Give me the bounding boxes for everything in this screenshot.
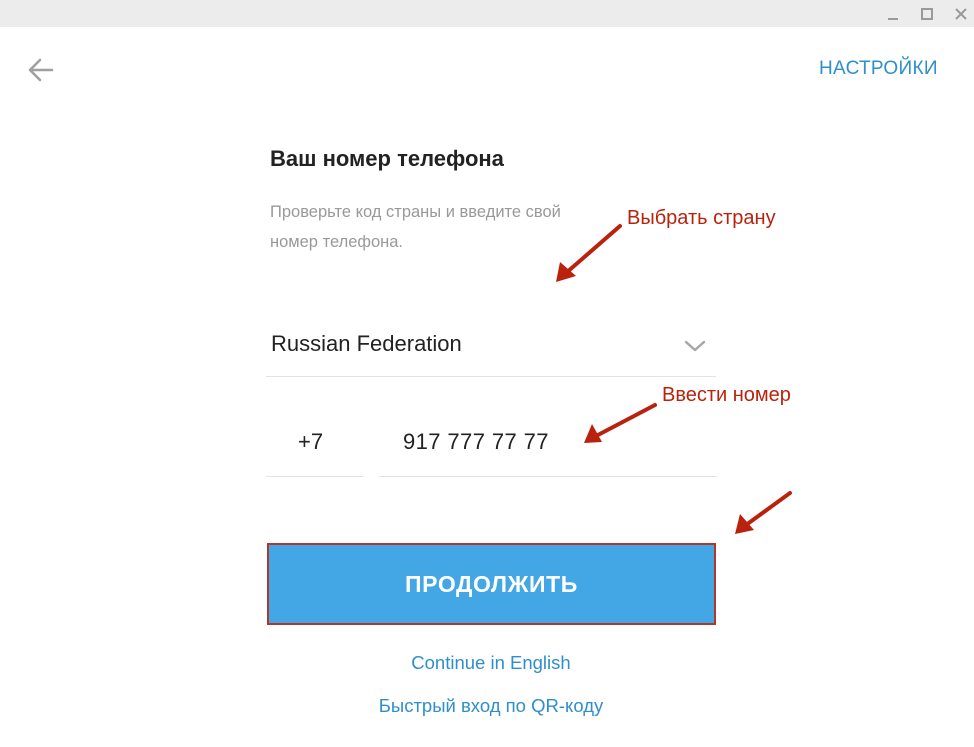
country-code-field[interactable]: +7: [266, 416, 363, 477]
annotation-enter-number: Ввести номер: [662, 384, 791, 406]
page-title: Ваш номер телефона: [270, 146, 504, 171]
maximize-icon[interactable]: [912, 0, 942, 27]
country-code-value: +7: [298, 429, 324, 454]
arrow-to-continue: [735, 491, 792, 534]
annotation-choose-country: Выбрать страну: [627, 207, 776, 229]
chevron-down-icon: [682, 336, 708, 356]
close-icon[interactable]: [946, 0, 974, 27]
settings-link[interactable]: НАСТРОЙКИ: [819, 58, 938, 80]
telegram-login-window: НАСТРОЙКИ Ваш номер телефона Проверьте к…: [0, 0, 974, 747]
qr-login-link[interactable]: Быстрый вход по QR-коду: [0, 695, 974, 717]
minimize-icon[interactable]: [878, 0, 908, 27]
phone-number-field[interactable]: 917 777 77 77: [379, 416, 717, 477]
country-value: Russian Federation: [271, 331, 462, 356]
window-title-bar: [0, 0, 974, 27]
arrow-left-icon: [28, 58, 54, 82]
country-select[interactable]: Russian Federation: [266, 320, 716, 377]
back-button[interactable]: [24, 54, 58, 86]
phone-number-value: 917 777 77 77: [403, 429, 549, 454]
form-hint: Проверьте код страны и введите свой номе…: [270, 203, 561, 251]
continue-in-english-link[interactable]: Continue in English: [0, 652, 974, 674]
continue-button-label: ПРОДОЛЖИТЬ: [405, 570, 578, 597]
continue-button[interactable]: ПРОДОЛЖИТЬ: [267, 543, 716, 625]
